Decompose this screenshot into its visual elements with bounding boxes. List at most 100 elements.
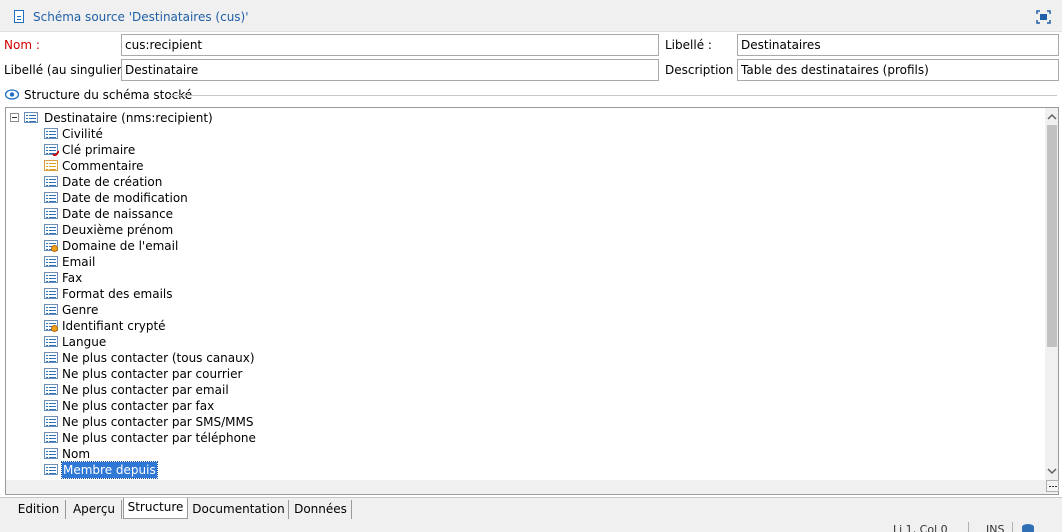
tree-item-label: Ne plus contacter par téléphone	[62, 431, 256, 445]
schema-tree[interactable]: Destinataire (nms:recipient) Civilité Clé…	[5, 107, 1059, 495]
tree-item-label: Deuxième prénom	[62, 223, 174, 237]
tree-item-label: Civilité	[62, 127, 103, 141]
tree-item[interactable]: Langue	[42, 334, 442, 350]
attribute-icon	[44, 288, 58, 299]
attribute-icon	[44, 208, 58, 219]
schema-source-icon	[14, 10, 24, 23]
database-icon	[1022, 524, 1034, 532]
tree-root-label: Destinataire (nms:recipient)	[44, 111, 213, 125]
label-label: Libellé :	[665, 38, 712, 52]
tab-structure[interactable]: Structure	[123, 498, 188, 519]
status-separator	[1012, 522, 1013, 532]
attribute-icon	[44, 464, 58, 475]
description-field[interactable]	[737, 59, 1059, 81]
attribute-icon	[44, 176, 58, 187]
status-separator	[968, 522, 969, 532]
cursor-position: Li 1, Col 0	[893, 523, 948, 532]
tree-item[interactable]: Deuxième prénom	[42, 222, 442, 238]
status-bar: Li 1, Col 0 INS	[0, 520, 1062, 532]
attribute-icon	[44, 224, 58, 235]
name-field[interactable]	[121, 34, 659, 56]
attribute-icon	[44, 192, 58, 203]
tree-item-label: Domaine de l'email	[62, 239, 179, 253]
eye-icon	[4, 89, 20, 100]
tree-item[interactable]: Commentaire	[42, 158, 442, 174]
tree-item-label: Fax	[62, 271, 83, 285]
singular-label-label: Libellé (au singulier) :	[4, 63, 135, 77]
tree-item-label: Commentaire	[62, 159, 144, 173]
tree-item-label: Langue	[62, 335, 107, 349]
tab-edition[interactable]: Edition	[12, 500, 66, 519]
tree-item[interactable]: Ne plus contacter (tous canaux)	[42, 350, 442, 366]
red-check-icon	[52, 150, 59, 156]
tree-item[interactable]: Fax	[42, 270, 442, 286]
label-field[interactable]	[737, 34, 1059, 56]
scroll-down-icon[interactable]	[1045, 464, 1058, 478]
window-titlebar: Schéma source 'Destinataires (cus)'	[0, 0, 1062, 32]
tree-item-label: Nom	[62, 447, 91, 461]
tree-item[interactable]: Format des emails	[42, 286, 442, 302]
maximize-icon[interactable]	[1036, 10, 1051, 24]
tree-item-label: Ne plus contacter par fax	[62, 399, 215, 413]
scroll-thumb[interactable]	[1047, 125, 1057, 347]
tab-documentation[interactable]: Documentation	[189, 500, 289, 519]
tree-item[interactable]: Domaine de l'email	[42, 238, 442, 254]
tree-item[interactable]: Date de modification	[42, 190, 442, 206]
tree-item-label: Email	[62, 255, 96, 269]
tree-item-label: Date de naissance	[62, 207, 174, 221]
attribute-icon	[44, 448, 58, 459]
structure-section-header: Structure du schéma stocké	[0, 87, 1062, 103]
description-label: Description :	[665, 63, 742, 77]
tree-item-label: Ne plus contacter (tous canaux)	[62, 351, 255, 365]
tree-item-label: Clé primaire	[62, 143, 136, 157]
singular-label-field[interactable]	[121, 59, 659, 81]
attribute-icon	[44, 400, 58, 411]
tab-donnees[interactable]: Données	[290, 500, 352, 519]
attribute-icon	[44, 336, 58, 347]
attribute-icon	[44, 128, 58, 139]
name-label: Nom :	[4, 38, 40, 52]
orange-badge-icon	[51, 325, 58, 332]
attribute-icon	[44, 416, 58, 427]
tree-item[interactable]: Ne plus contacter par email	[42, 382, 442, 398]
horizontal-scroll-area	[6, 480, 1045, 494]
tab-apercu[interactable]: Aperçu	[67, 500, 122, 519]
tree-item[interactable]: Ne plus contacter par SMS/MMS	[42, 414, 442, 430]
tree-item-label: Identifiant crypté	[62, 319, 166, 333]
attribute-icon	[44, 352, 58, 363]
tree-item[interactable]: Ne plus contacter par téléphone	[42, 430, 442, 446]
view-tabs: Edition Aperçu Structure Documentation D…	[0, 497, 1062, 520]
tree-item[interactable]: Identifiant crypté	[42, 318, 442, 334]
tree-item[interactable]: Ne plus contacter par courrier	[42, 366, 442, 382]
tree-item-label: Membre depuis	[61, 461, 158, 479]
collapse-icon[interactable]	[10, 113, 19, 122]
tree-item-label: Ne plus contacter par email	[62, 383, 229, 397]
tree-item[interactable]: Email	[42, 254, 442, 270]
element-icon	[24, 112, 38, 123]
tree-item[interactable]: Date de création	[42, 174, 442, 190]
tree-item[interactable]: Ne plus contacter par fax	[42, 398, 442, 414]
tree-item[interactable]: Membre depuis	[42, 461, 442, 479]
attribute-icon	[44, 304, 58, 315]
attribute-icon	[44, 384, 58, 395]
tree-item[interactable]: Clé primaire	[42, 142, 442, 158]
orange-badge-icon	[51, 245, 58, 252]
tree-item-label: Date de modification	[62, 191, 188, 205]
attribute-icon	[44, 256, 58, 267]
vertical-scrollbar[interactable]	[1045, 108, 1058, 494]
attribute-icon	[44, 272, 58, 283]
tree-item[interactable]: Civilité	[42, 126, 442, 142]
tree-item[interactable]: Nom	[42, 446, 442, 462]
insert-mode: INS	[986, 523, 1005, 532]
tree-item[interactable]: Genre	[42, 302, 442, 318]
scroll-up-icon[interactable]	[1045, 110, 1058, 124]
section-divider	[170, 95, 1057, 96]
attribute-icon	[44, 368, 58, 379]
tree-item[interactable]: Date de naissance	[42, 206, 442, 222]
tree-item-label: Genre	[62, 303, 99, 317]
more-options-icon[interactable]	[1046, 480, 1059, 492]
window-title: Schéma source 'Destinataires (cus)'	[33, 10, 249, 24]
tree-item-label: Ne plus contacter par courrier	[62, 367, 243, 381]
attribute-icon	[44, 432, 58, 443]
tree-item-label: Format des emails	[62, 287, 173, 301]
